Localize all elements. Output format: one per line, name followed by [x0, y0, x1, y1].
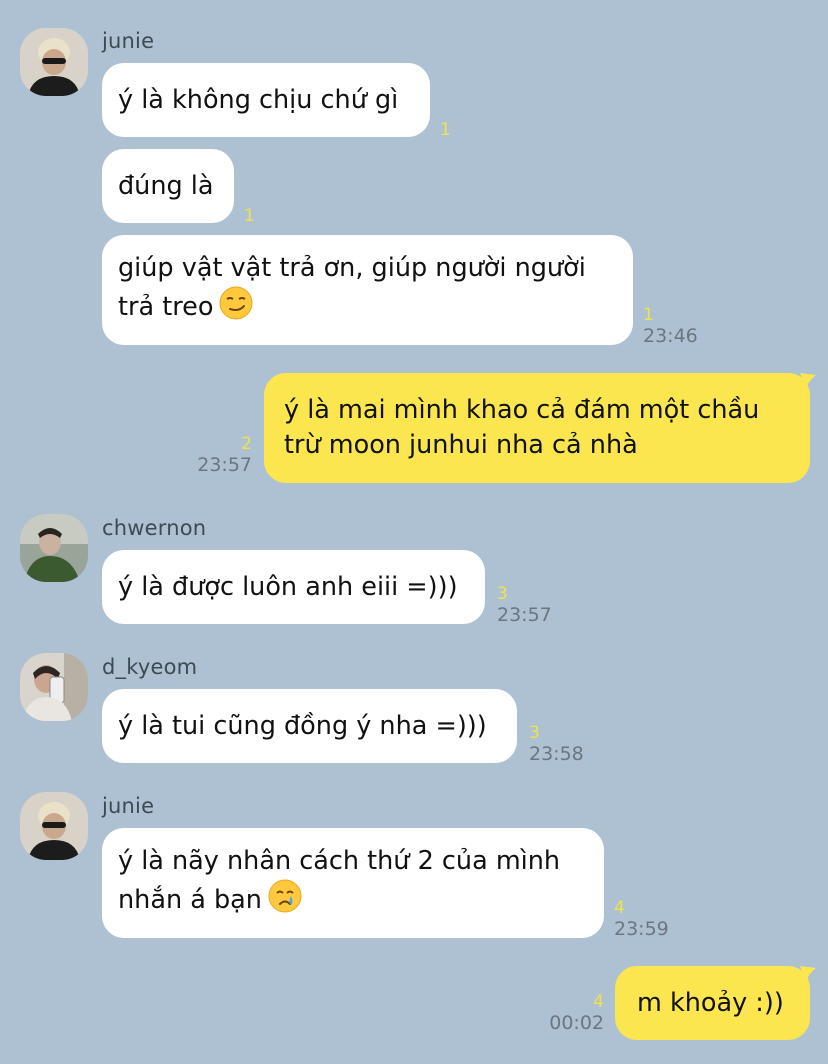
message-meta: 3 23:57	[497, 584, 552, 626]
timestamp: 23:57	[197, 454, 252, 476]
message-meta: 1	[244, 206, 255, 226]
timestamp: 23:57	[497, 604, 552, 626]
message-text: ý là mai mình khao cả đám một chầu trừ m…	[284, 395, 760, 460]
message-bubble[interactable]: giúp vật vật trả ơn, giúp người người tr…	[102, 235, 633, 345]
message-text: ý là tui cũng đồng ý nha =)))	[118, 710, 487, 741]
message-text: ý là không chịu chứ gì	[118, 84, 399, 115]
bubble-tail	[800, 966, 816, 982]
message-text-content: giúp vật vật trả ơn, giúp người người tr…	[118, 252, 586, 322]
message-meta: 3 23:58	[529, 723, 584, 765]
unread-count: 4	[614, 898, 625, 918]
unread-count: 3	[497, 584, 508, 604]
crying-face-emoji-icon	[268, 879, 302, 923]
sender-name: junie	[102, 794, 155, 818]
message-bubble[interactable]: ý là tui cũng đồng ý nha =)))	[102, 689, 517, 763]
message-bubble[interactable]: ý là không chịu chứ gì	[102, 63, 430, 137]
avatar-d-kyeom[interactable]	[20, 653, 88, 721]
message-bubble[interactable]: ý là được luôn anh eiii =)))	[102, 550, 485, 624]
sender-name: d_kyeom	[102, 655, 198, 679]
message-meta: 4 23:59	[614, 898, 669, 940]
timestamp: 23:59	[614, 918, 669, 940]
avatar-chwernon[interactable]	[20, 514, 88, 582]
timestamp: 23:46	[643, 325, 698, 347]
message-meta: 4 00:02	[540, 992, 604, 1034]
message-bubble[interactable]: ý là nãy nhân cách thứ 2 của mình nhắn á…	[102, 828, 604, 938]
message-text: ý là nãy nhân cách thứ 2 của mình nhắn á…	[118, 844, 560, 923]
avatar-junie[interactable]	[20, 792, 88, 860]
unread-count: 2	[241, 434, 252, 454]
sender-name: junie	[102, 29, 155, 53]
bubble-tail	[800, 373, 816, 389]
message-text: ý là được luôn anh eiii =)))	[118, 571, 458, 602]
message-text: đúng là	[118, 170, 214, 201]
sender-name: chwernon	[102, 516, 207, 540]
unread-count: 1	[440, 120, 451, 140]
message-bubble[interactable]: đúng là	[102, 149, 234, 223]
timestamp: 23:58	[529, 743, 584, 765]
outgoing-message-bubble[interactable]: ý là mai mình khao cả đám một chầu trừ m…	[264, 373, 810, 483]
outgoing-message-bubble[interactable]: m khoảy :))	[615, 966, 810, 1040]
message-meta: 1 23:46	[643, 305, 698, 347]
message-text: m khoảy :))	[637, 987, 784, 1018]
avatar-junie[interactable]	[20, 28, 88, 96]
unread-count: 3	[529, 723, 540, 743]
message-text-content: ý là nãy nhân cách thứ 2 của mình nhắn á…	[118, 845, 561, 915]
smirk-emoji-icon	[219, 286, 253, 330]
timestamp: 00:02	[549, 1012, 604, 1034]
message-meta: 1	[440, 120, 451, 140]
unread-count: 1	[643, 305, 654, 325]
unread-count: 1	[244, 206, 255, 226]
message-text: giúp vật vật trả ơn, giúp người người tr…	[118, 251, 586, 330]
message-meta: 2 23:57	[190, 434, 252, 476]
unread-count: 4	[593, 992, 604, 1012]
